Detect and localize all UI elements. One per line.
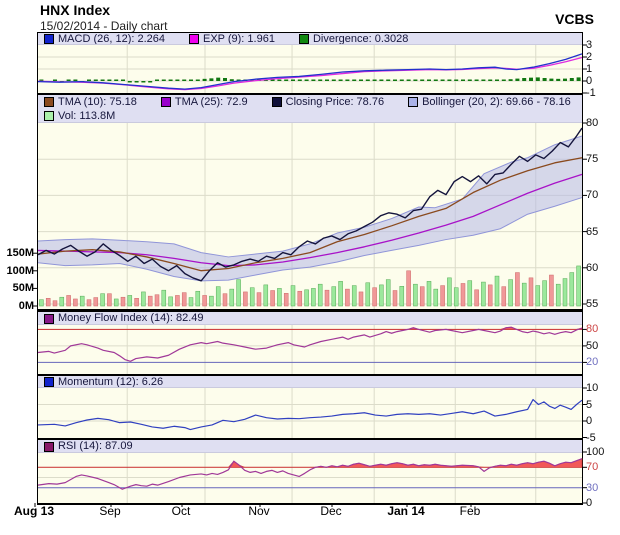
mfi-plot	[37, 325, 587, 374]
x-tick-label: Sep	[99, 504, 121, 518]
price-legend-item: TMA (25): 72.9	[160, 95, 248, 108]
mfi-legend-item: Money Flow Index (14): 82.49	[44, 313, 204, 324]
mfi-legend: Money Flow Index (14): 82.49	[38, 312, 582, 325]
price-y-tick-label: 60	[586, 261, 599, 274]
macd-legend-item: MACD (26, 12): 2.264	[44, 33, 165, 45]
price-legend-swatch-icon	[44, 97, 54, 107]
rsi-y-tick-label: 100	[586, 446, 605, 458]
mom-y-tick-label: 5	[586, 398, 593, 411]
price-legend-swatch-icon	[408, 97, 419, 107]
page-title: HNX Index	[40, 2, 111, 18]
macd-legend-swatch-icon	[298, 34, 309, 44]
macd-legend-item: Divergence: 0.3028	[298, 33, 409, 45]
macd-legend-swatch-icon	[44, 34, 54, 44]
rsi-y-tick-label: 70	[586, 461, 599, 474]
momentum-panel: Momentum (12): 6.26	[37, 375, 587, 440]
volume-tick-label: 50M	[12, 282, 34, 295]
rsi-plot	[34, 451, 587, 507]
mom-legend-swatch-icon	[44, 377, 54, 387]
price-legend: TMA (10): 75.18 TMA (25): 72.9 Closing Pri…	[38, 95, 582, 123]
mom-y-tick-label: 10	[586, 382, 599, 394]
x-tick-label: Nov	[248, 504, 270, 518]
rsi-legend-swatch-icon	[44, 441, 54, 452]
macd-legend-label: MACD (26, 12): 2.264	[58, 33, 165, 45]
volume-tick-label: 100M	[6, 264, 34, 277]
price-legend-label: Closing Price: 78.76	[285, 95, 385, 108]
x-tick-label: Oct	[171, 504, 191, 518]
price-legend-item: Closing Price: 78.76	[271, 95, 385, 108]
rsi-panel: RSI (14): 87.09	[34, 439, 587, 507]
macd-legend-label: EXP (9): 1.961	[203, 33, 275, 45]
macd-legend-item: EXP (9): 1.961	[189, 33, 275, 45]
x-tick-label: Dec	[320, 504, 342, 518]
price-legend-label: Bollinger (20, 2): 69.66 - 78.16	[422, 95, 571, 108]
price-legend-label: TMA (25): 72.9	[174, 95, 248, 108]
price-legend-item: TMA (10): 75.18	[44, 95, 137, 108]
price-legend-swatch-icon	[271, 97, 282, 107]
x-tick-label: Jan 14	[387, 504, 425, 518]
chart-subtitle: 15/02/2014 - Daily chart	[40, 19, 168, 33]
price-legend-item: Vol: 113.8M	[44, 109, 116, 122]
mfi-panel: Money Flow Index (14): 82.49	[37, 311, 587, 376]
mom-legend-item: Momentum (12): 6.26	[44, 376, 164, 388]
mfi-legend-label: Money Flow Index (14): 82.49	[58, 312, 204, 324]
brand-logo: VCBS	[555, 11, 594, 27]
volume-tick-label: 150M	[6, 247, 34, 260]
volume-tick-label: 0M	[18, 300, 34, 312]
rsi-legend: RSI (14): 87.09	[38, 440, 582, 453]
price-y-tick-label: 55	[586, 298, 599, 310]
price-legend-label: TMA (10): 75.18	[58, 95, 137, 108]
price-panel: TMA (10): 75.18 TMA (25): 72.9 Closing Pri…	[33, 94, 587, 311]
price-plot	[33, 122, 587, 309]
macd-legend-label: Divergence: 0.3028	[312, 33, 409, 45]
rsi-y-tick-label: 0	[586, 497, 593, 509]
price-legend-label: Vol: 113.8M	[58, 109, 116, 122]
macd-legend-swatch-icon	[189, 34, 199, 44]
x-tick-label: Feb	[459, 504, 481, 518]
price-y-tick-label: 80	[586, 117, 599, 129]
macd-panel: MACD (26, 12): 2.264 EXP (9): 1.961 Diverg…	[37, 32, 587, 95]
price-legend-swatch-icon	[160, 97, 171, 107]
macd-plot	[37, 44, 587, 94]
rsi-legend-item: RSI (14): 87.09	[44, 441, 133, 452]
macd-y-tick-label: 1	[586, 63, 593, 75]
rsi-y-tick-label: 30	[586, 481, 599, 494]
macd-y-tick-label: 0	[586, 75, 593, 87]
mfi-y-tick-label: 50	[586, 339, 599, 352]
price-legend-item: Bollinger (20, 2): 69.66 - 78.16	[408, 95, 571, 108]
mom-plot	[37, 387, 587, 438]
macd-y-tick-label: 2	[586, 51, 593, 63]
mom-legend: Momentum (12): 6.26	[38, 376, 582, 388]
macd-y-tick-label: -1	[586, 87, 596, 99]
price-legend-swatch-icon	[44, 111, 54, 121]
macd-y-tick-label: 3	[586, 39, 593, 51]
price-y-tick-label: 70	[586, 189, 599, 202]
mfi-legend-swatch-icon	[44, 313, 54, 324]
chart-window: HNX Index 15/02/2014 - Daily chart VCBS …	[0, 0, 620, 535]
mfi-y-tick-label: 20	[586, 356, 599, 369]
rsi-legend-label: RSI (14): 87.09	[58, 440, 133, 452]
mom-y-tick-label: 0	[586, 415, 593, 427]
mom-legend-label: Momentum (12): 6.26	[58, 376, 164, 388]
macd-legend: MACD (26, 12): 2.264 EXP (9): 1.961 Diverg…	[38, 33, 582, 45]
mfi-y-tick-label: 80	[586, 323, 599, 336]
mom-y-tick-label: -5	[586, 431, 596, 444]
price-y-tick-label: 65	[586, 225, 599, 238]
price-y-tick-label: 75	[586, 153, 599, 166]
x-tick-label: Aug 13	[13, 504, 54, 518]
